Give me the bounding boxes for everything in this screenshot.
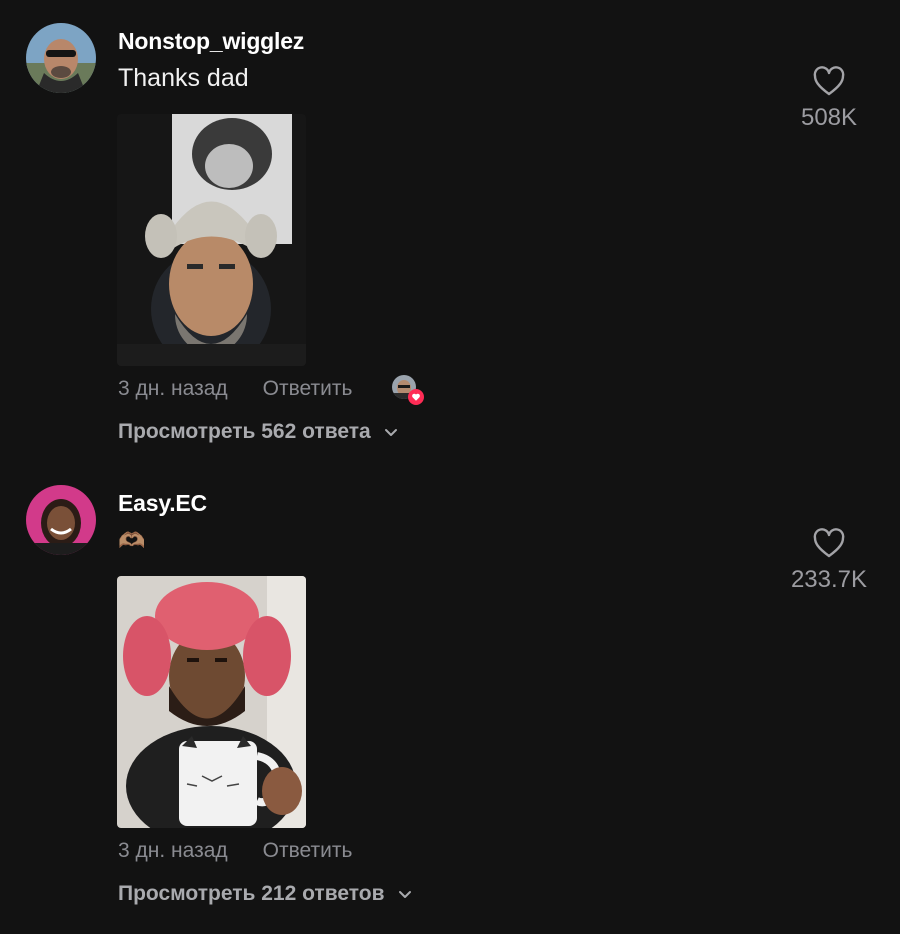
reply-button[interactable]: Ответить [263,839,353,863]
comment-username[interactable]: Nonstop_wigglez [118,28,304,55]
comment-meta: 3 дн. назад Ответить [118,836,352,866]
chevron-down-icon [398,891,411,898]
user-avatar[interactable] [26,485,96,555]
user-avatar[interactable] [26,23,96,93]
heart-outline-icon [813,66,845,96]
comment-text: Thanks dad [118,64,249,92]
view-replies-label: Просмотреть 212 ответов [118,882,385,905]
comment-meta: 3 дн. назад Ответить [118,374,425,405]
view-replies-label: Просмотреть 562 ответа [118,420,371,443]
reply-button[interactable]: Ответить [263,377,353,401]
liked-by-creator-badge [392,375,425,405]
comment-photo[interactable] [117,576,306,828]
comment-timestamp: 3 дн. назад [118,377,228,400]
like-button[interactable]: 233.7K [769,528,889,594]
comment-item: Easy.EC 🫶🏽 3 дн. назад Ответить Просмотр… [0,470,900,934]
like-count: 233.7K [790,566,868,593]
comment-emoji: 🫶🏽 [118,528,146,553]
like-button[interactable]: 508K [769,66,889,132]
comment-photo[interactable] [117,114,306,366]
chevron-down-icon [384,429,397,436]
view-replies-button[interactable]: Просмотреть 212 ответов [118,882,413,906]
comment-username[interactable]: Easy.EC [118,490,207,517]
comment-timestamp: 3 дн. назад [118,839,228,862]
comment-item: Nonstop_wigglez Thanks dad 3 дн. назад О… [0,0,900,470]
like-count: 508K [800,104,858,131]
heart-outline-icon [813,528,845,558]
heart-filled-icon [408,389,425,405]
view-replies-button[interactable]: Просмотреть 562 ответа [118,420,399,444]
